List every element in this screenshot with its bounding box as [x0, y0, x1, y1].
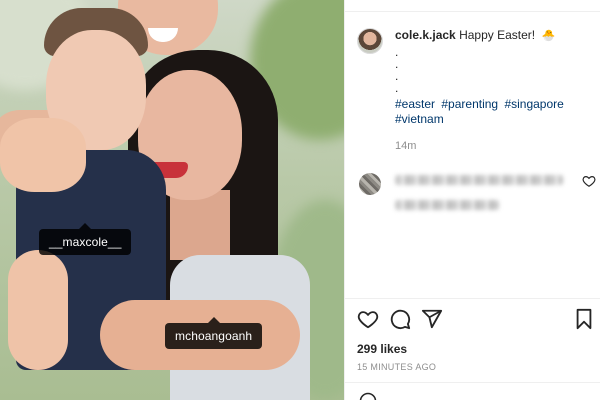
hashtags: #easter #parenting #singapore #vietnam — [395, 97, 597, 127]
hashtag-link[interactable]: #easter — [395, 97, 435, 111]
comment-text-blurred — [395, 175, 563, 185]
post-timestamp[interactable]: 15 MINUTES AGO — [357, 362, 436, 372]
boy-hand — [0, 118, 86, 192]
caption-dots: . . . . — [395, 46, 597, 94]
user-tag-maxcole[interactable]: __maxcole__ — [39, 223, 132, 255]
caption-text: Happy Easter! — [459, 28, 536, 42]
bookmark-icon[interactable] — [573, 308, 595, 330]
caption-dot: . — [395, 45, 399, 59]
comment-icon[interactable] — [389, 308, 411, 330]
post-photo[interactable]: __maxcole__ mchoangoanh — [0, 0, 344, 400]
action-bar — [357, 308, 597, 334]
hashtag-link[interactable]: #singapore — [504, 97, 563, 111]
heart-icon[interactable] — [357, 308, 379, 330]
divider — [345, 382, 600, 383]
caption-dot: . — [395, 81, 399, 95]
comment-meta-blurred — [395, 200, 499, 210]
hatching-chick-emoji-icon: 🐣 — [541, 30, 556, 42]
comment-avatar-pixelated — [359, 173, 381, 195]
post-details-panel: cole.k.jack Happy Easter! 🐣 . . . . #eas… — [344, 0, 600, 400]
divider — [345, 298, 600, 299]
hashtag-link[interactable]: #vietnam — [395, 112, 444, 126]
likes-count[interactable]: 299 likes — [357, 342, 407, 356]
comment-blurred — [359, 170, 599, 220]
caption-dot: . — [395, 69, 399, 83]
caption-dot: . — [395, 57, 399, 71]
caption-timestamp[interactable]: 14m — [395, 139, 597, 154]
avatar[interactable] — [357, 28, 383, 54]
caption-username[interactable]: cole.k.jack — [395, 28, 456, 42]
woman-neck — [170, 190, 230, 260]
emoji-picker-icon[interactable] — [359, 392, 377, 400]
caption-body: cole.k.jack Happy Easter! 🐣 . . . . #eas… — [395, 28, 597, 154]
boy-arm — [8, 250, 68, 370]
user-tag-mchoangoanh[interactable]: mchoangoanh — [165, 317, 263, 349]
share-icon[interactable] — [421, 308, 443, 330]
header-strip — [345, 0, 600, 12]
caption: cole.k.jack Happy Easter! 🐣 . . . . #eas… — [357, 28, 597, 154]
hashtag-link[interactable]: #parenting — [441, 97, 498, 111]
comment-like-heart-icon[interactable] — [582, 174, 596, 188]
